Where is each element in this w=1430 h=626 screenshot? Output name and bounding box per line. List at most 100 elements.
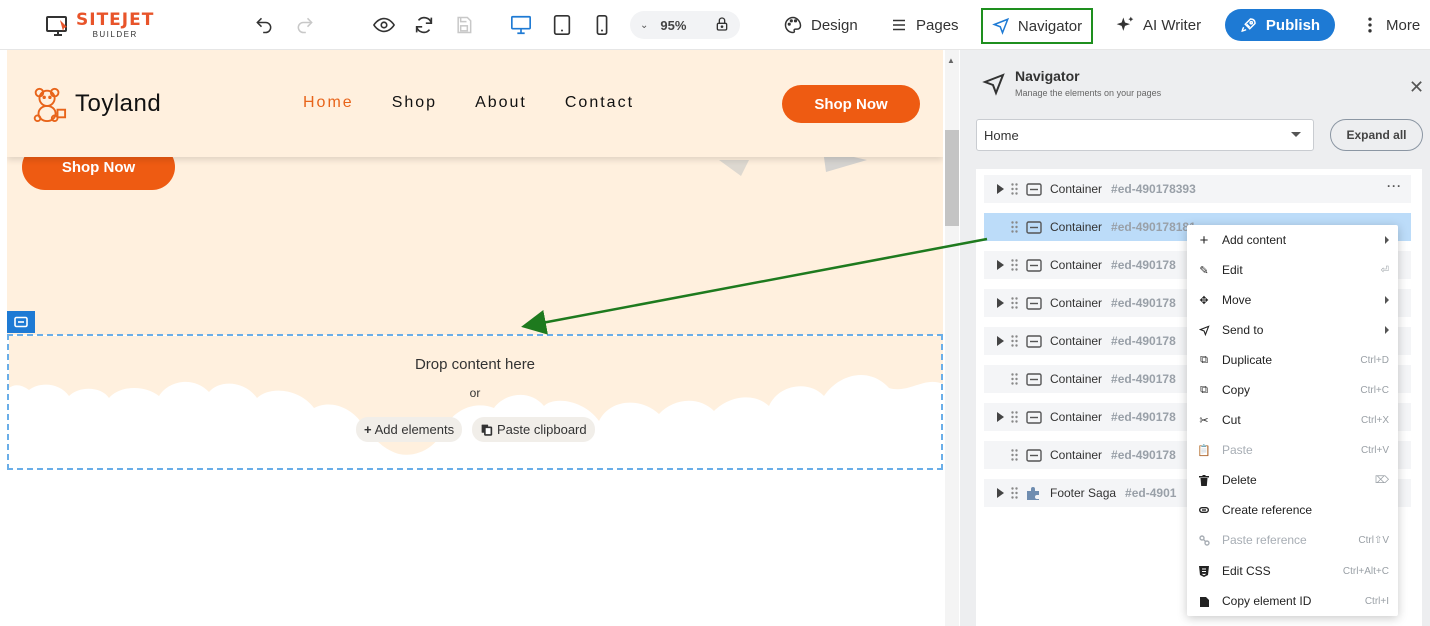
container-selection-tag[interactable] [7,311,35,333]
navigator-label: Navigator [1017,17,1083,35]
expand-arrow-icon[interactable] [997,298,1004,308]
puzzle-icon [1027,487,1039,500]
sitejet-logo[interactable]: SITEJET BUILDER [46,12,154,39]
drag-handle-icon[interactable] [1011,373,1018,385]
menu-item-create-reference[interactable]: Create reference [1187,495,1398,525]
save-icon[interactable] [452,13,476,37]
copy-icon: ⧉ [1200,383,1208,396]
menu-item-copy-element-id[interactable]: Copy element ID Ctrl+I [1187,586,1398,616]
page-select[interactable]: Home [976,119,1314,151]
element-id: #ed-490178 [1111,372,1176,386]
navigation-arrow-icon [982,73,1005,96]
menu-item-edit[interactable]: ✎ Edit ⏎ [1187,255,1398,285]
site-menu-about[interactable]: About [475,94,527,112]
plus-icon: + [1199,231,1209,249]
scroll-up-icon[interactable]: ▲ [947,56,955,65]
container-icon [1026,448,1042,462]
rocket-icon [1241,18,1256,33]
refresh-icon[interactable] [412,13,436,37]
more-button[interactable]: More [1362,10,1420,40]
drag-handle-icon[interactable] [1011,449,1018,461]
redo-icon[interactable] [293,13,317,37]
menu-item-edit-css[interactable]: Edit CSS Ctrl+Alt+C [1187,556,1398,586]
expand-arrow-icon[interactable] [997,336,1004,346]
expand-arrow-icon[interactable] [997,412,1004,422]
clipboard-icon [481,424,493,436]
drag-handle-icon[interactable] [1011,297,1018,309]
caret-down-icon [1291,132,1301,137]
drag-handle-icon[interactable] [1011,411,1018,423]
element-id: #ed-490178 [1111,448,1176,462]
editor-canvas[interactable]: Shop Now Toyland Home Shop About Contact… [0,50,960,626]
site-menu-contact[interactable]: Contact [565,94,634,112]
container-icon [1026,296,1042,310]
site-menu-home[interactable]: Home [303,94,354,112]
trash-icon [1198,474,1210,486]
lock-icon[interactable] [714,16,730,35]
chevron-down-icon[interactable]: ⌄ [640,20,648,31]
selected-container-dropzone[interactable] [7,334,943,470]
add-elements-button[interactable]: + Add elements [356,417,463,442]
site-brand[interactable]: Toyland [29,85,161,123]
desktop-view-icon[interactable] [509,13,533,37]
undo-icon[interactable] [252,13,276,37]
element-type: Footer Saga [1050,486,1117,500]
navigator-button[interactable]: Navigator [981,8,1093,44]
preview-eye-icon[interactable] [372,13,396,37]
submenu-arrow-icon [1385,326,1389,334]
paste-clipboard-button[interactable]: Paste clipboard [472,417,595,442]
scroll-thumb[interactable] [945,130,959,226]
pages-button[interactable]: Pages [890,10,959,40]
element-type: Container [1050,334,1103,348]
navigator-subtitle: Manage the elements on your pages [1015,88,1162,98]
move-icon: ✥ [1199,294,1209,307]
menu-item-add-content[interactable]: + Add content [1187,225,1398,255]
logo-text: SITEJET [76,10,155,30]
expand-arrow-icon[interactable] [997,184,1004,194]
menu-item-cut[interactable]: ✂ Cut Ctrl+X [1187,405,1398,435]
site-brand-name: Toyland [75,90,162,117]
decor-shape [719,160,749,176]
publish-button[interactable]: Publish [1225,9,1335,41]
header-shop-now-button[interactable]: Shop Now [782,85,920,123]
menu-item-send-to[interactable]: Send to [1187,315,1398,345]
expand-arrow-icon[interactable] [997,488,1004,498]
site-menu-shop[interactable]: Shop [392,94,437,112]
canvas-scrollbar[interactable]: ▲ [945,50,959,626]
row-more-icon[interactable]: ··· [1387,179,1402,193]
menu-item-paste[interactable]: 📋 Paste Ctrl+V [1187,435,1398,465]
container-icon [14,316,28,328]
tree-row[interactable]: Container #ed-490178393 ··· [984,175,1411,203]
ai-writer-label: AI Writer [1143,16,1202,34]
drag-handle-icon[interactable] [1011,183,1018,195]
drag-handle-icon[interactable] [1011,487,1018,499]
element-id: #ed-490178 [1111,334,1176,348]
menu-item-copy[interactable]: ⧉ Copy Ctrl+C [1187,375,1398,405]
design-button[interactable]: Design [783,10,858,40]
container-icon [1026,220,1042,234]
mobile-view-icon[interactable] [590,13,614,37]
drag-handle-icon[interactable] [1011,335,1018,347]
zoom-control[interactable]: ⌄ 95% [630,11,740,39]
expand-arrow-icon[interactable] [997,260,1004,270]
menu-item-move[interactable]: ✥ Move [1187,285,1398,315]
logo-subtext: BUILDER [92,30,138,39]
tablet-view-icon[interactable] [550,13,574,37]
menu-item-duplicate[interactable]: ⧉ Duplicate Ctrl+D [1187,345,1398,375]
design-label: Design [811,16,858,34]
teddy-bear-icon [33,87,67,123]
menu-item-paste-reference[interactable]: Paste reference Ctrl⇧V [1187,525,1398,555]
container-icon [1026,372,1042,386]
menu-item-delete[interactable]: Delete ⌦ [1187,465,1398,495]
expand-all-button[interactable]: Expand all [1330,119,1423,151]
drag-handle-icon[interactable] [1011,259,1018,271]
plus-icon: + [364,422,372,437]
expand-arrow-placeholder [997,374,1004,384]
add-elements-label: Add elements [374,422,455,437]
site-header[interactable]: Toyland Home Shop About Contact Shop Now [7,50,943,157]
ai-writer-button[interactable]: AI Writer [1115,10,1201,40]
or-text: or [469,386,481,400]
close-icon[interactable]: ✕ [1409,77,1424,98]
list-icon [893,19,905,31]
drag-handle-icon[interactable] [1011,221,1018,233]
